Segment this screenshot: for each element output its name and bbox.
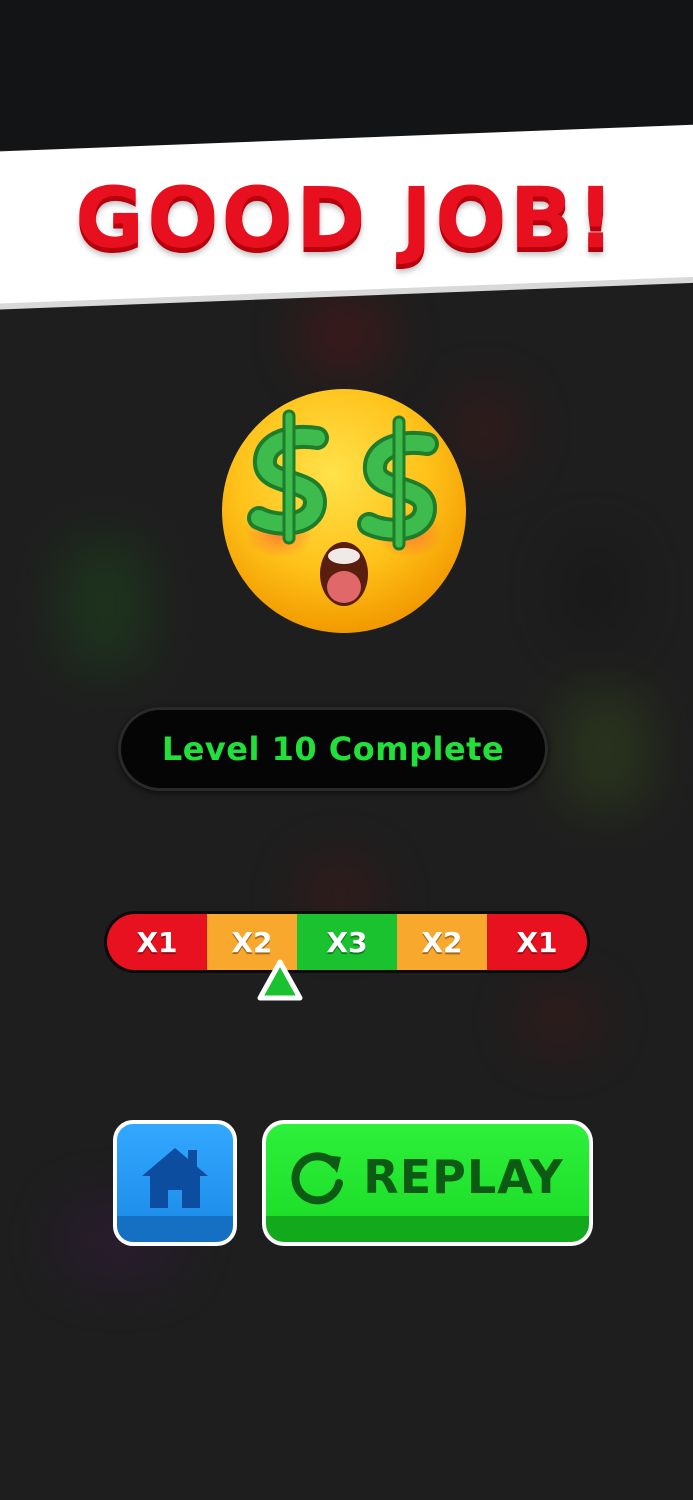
multiplier-segment: X1 xyxy=(107,914,207,970)
home-icon xyxy=(142,1148,208,1208)
replay-icon xyxy=(291,1152,344,1205)
money-mouth-emoji-icon xyxy=(222,389,466,633)
multiplier-pointer-icon xyxy=(257,959,303,1001)
multiplier-segment: X3 xyxy=(297,914,397,970)
multiplier-segment: X2 xyxy=(397,914,487,970)
background-blur xyxy=(520,990,600,1050)
background-blur xyxy=(60,540,150,670)
background-blur xyxy=(560,690,650,810)
multiplier-segments: X1 X2 X3 X2 X1 xyxy=(107,914,587,970)
background-blur xyxy=(560,540,630,640)
home-button-face[interactable] xyxy=(117,1124,233,1242)
multiplier-segment: X1 xyxy=(487,914,587,970)
multiplier-bar: X1 X2 X3 X2 X1 xyxy=(104,911,590,973)
background-blur xyxy=(300,300,390,370)
replay-label: REPLAY xyxy=(363,1150,564,1204)
replay-button[interactable]: REPLAY xyxy=(262,1120,593,1246)
level-status-panel: Level 10 Complete xyxy=(118,707,548,791)
top-dark-area xyxy=(0,0,693,150)
replay-button-face[interactable]: REPLAY xyxy=(266,1124,589,1242)
good-job-title: GOOD JOB! xyxy=(75,169,618,267)
level-complete-text: Level 10 Complete xyxy=(161,730,505,768)
home-button[interactable] xyxy=(113,1120,237,1246)
level-complete-screen: GOOD JOB! Level 10 Complete X1 X2 X3 X2 … xyxy=(0,0,693,1500)
